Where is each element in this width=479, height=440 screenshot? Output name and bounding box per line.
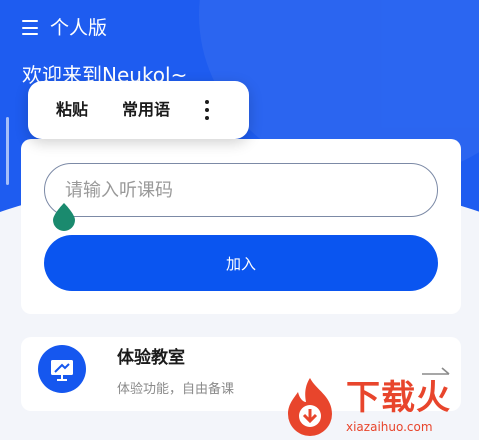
hamburger-menu-icon[interactable]: [22, 20, 38, 35]
paste-menu-item[interactable]: 粘贴: [56, 99, 88, 121]
flame-logo-icon: [288, 378, 332, 436]
text-cursor-handle-icon[interactable]: [52, 203, 76, 231]
phrases-menu-item[interactable]: 常用语: [122, 99, 170, 121]
edition-label[interactable]: 个人版: [50, 15, 107, 41]
presentation-board-icon: [38, 345, 86, 393]
watermark-title: 下载火: [346, 378, 451, 418]
watermark-url: xiazaihuo.com: [346, 420, 433, 434]
join-button[interactable]: 加入: [44, 235, 438, 291]
text-context-menu: 粘贴 常用语: [28, 81, 249, 139]
trial-subtitle: 体验功能，自由备课: [117, 382, 235, 397]
scrollbar[interactable]: [6, 117, 9, 185]
trial-title: 体验教室: [117, 348, 185, 368]
class-code-input[interactable]: [44, 163, 438, 217]
watermark: 下载火 xiazaihuo.com: [282, 376, 474, 438]
vertical-dots-icon[interactable]: [203, 99, 211, 121]
